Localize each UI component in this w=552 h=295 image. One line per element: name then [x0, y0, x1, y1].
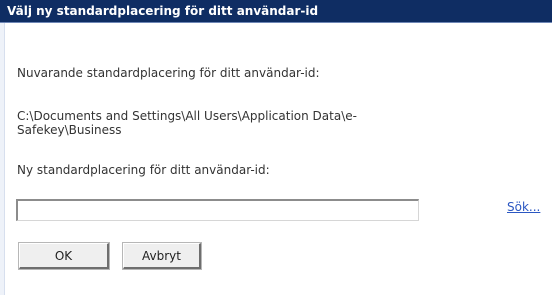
cancel-button[interactable]: Avbryt	[122, 242, 202, 270]
new-location-input[interactable]	[16, 199, 419, 221]
new-location-label: Ny standardplacering för ditt användar-i…	[17, 163, 270, 177]
search-link[interactable]: Sök...	[507, 200, 540, 214]
ok-button[interactable]: OK	[18, 242, 110, 270]
select-location-dialog: Välj ny standardplacering för ditt använ…	[0, 0, 552, 295]
current-location-path: C:\Documents and Settings\All Users\Appl…	[17, 109, 357, 137]
current-location-label: Nuvarande standardplacering för ditt anv…	[17, 66, 320, 80]
dialog-left-border	[0, 23, 5, 295]
dialog-title: Välj ny standardplacering för ditt använ…	[0, 0, 552, 23]
